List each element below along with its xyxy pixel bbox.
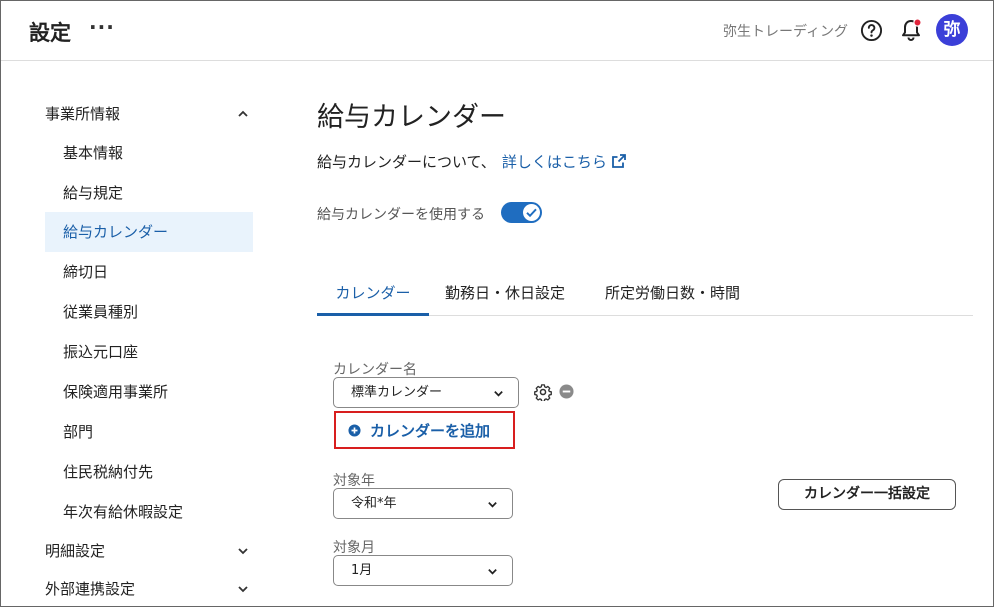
calendar-name-value: 標準カレンダー: [351, 385, 443, 400]
use-calendar-toggle[interactable]: [501, 202, 542, 223]
tab-calendar[interactable]: カレンダー: [317, 271, 429, 316]
help-icon[interactable]: [860, 19, 883, 42]
tab-workday-holiday[interactable]: 勤務日・休日設定: [445, 271, 565, 316]
sidebar-item-label: 年次有給休暇設定: [63, 503, 184, 521]
settings-window: 設定 ··· 弥生トレーディング 弥 事業所情報 基本情報 給与規定 給与カレン…: [0, 0, 994, 607]
sidebar-item-label: 事業所情報: [45, 105, 121, 123]
target-year-select[interactable]: 令和*年: [333, 488, 513, 519]
sidebar-item-label: 外部連携設定: [45, 580, 136, 598]
target-month-value: 1月: [351, 563, 373, 578]
add-calendar-button[interactable]: カレンダーを追加: [334, 411, 515, 449]
use-calendar-label: 給与カレンダーを使用する: [317, 207, 485, 223]
bulk-calendar-settings-button[interactable]: カレンダー一括設定: [778, 479, 956, 510]
sidebar-item-label: 部門: [63, 423, 94, 441]
intro-text: 給与カレンダーについて、 詳しくはこちら: [317, 151, 627, 172]
chevron-down-icon: [238, 586, 248, 593]
plus-circle-icon: [348, 424, 361, 437]
more-options-icon[interactable]: ···: [89, 15, 115, 39]
sidebar-item-source-account[interactable]: 振込元口座: [45, 332, 253, 372]
sidebar-item-pay-calendar[interactable]: 給与カレンダー: [45, 212, 253, 252]
sidebar-item-statement-settings[interactable]: 明細設定: [45, 531, 253, 571]
details-link-label: 詳しくはこちら: [501, 153, 607, 171]
remove-icon[interactable]: [559, 384, 574, 399]
page-header-title: 設定: [29, 21, 71, 45]
sidebar-item-pay-rules[interactable]: 給与規定: [45, 173, 253, 213]
sidebar-item-office-info[interactable]: 事業所情報: [45, 94, 253, 134]
calendar-name-select[interactable]: 標準カレンダー: [333, 377, 519, 408]
sidebar-item-label: 従業員種別: [63, 303, 139, 321]
sidebar-item-employee-type[interactable]: 従業員種別: [45, 292, 253, 332]
user-avatar[interactable]: 弥: [936, 14, 968, 46]
top-header: 設定 ··· 弥生トレーディング 弥: [1, 1, 993, 61]
target-month-select[interactable]: 1月: [333, 555, 513, 586]
sidebar-item-resident-tax[interactable]: 住民税納付先: [45, 452, 253, 492]
chevron-down-icon: [238, 548, 248, 555]
notification-bell-icon[interactable]: [900, 18, 922, 42]
toggle-knob: [523, 204, 540, 221]
sidebar-item-label: 給与カレンダー: [63, 223, 169, 241]
sidebar-item-cutoff-date[interactable]: 締切日: [45, 252, 253, 292]
target-year-label: 対象年: [333, 473, 375, 489]
sidebar-item-paid-leave[interactable]: 年次有給休暇設定: [45, 492, 253, 532]
calendar-name-label: カレンダー名: [333, 362, 417, 378]
page-title: 給与カレンダー: [317, 102, 506, 133]
sidebar-item-basic-info[interactable]: 基本情報: [45, 133, 253, 173]
sidebar-item-label: 保険適用事業所: [63, 383, 169, 401]
details-link[interactable]: 詳しくはこちら: [502, 153, 627, 171]
sidebar-item-label: 締切日: [63, 263, 109, 281]
intro-description: 給与カレンダーについて、: [317, 153, 496, 171]
sidebar-item-external-integration[interactable]: 外部連携設定: [45, 569, 253, 606]
sidebar-item-label: 明細設定: [45, 542, 106, 560]
sidebar-item-label: 基本情報: [63, 144, 124, 162]
chevron-down-icon: [488, 502, 497, 508]
tab-scheduled-hours[interactable]: 所定労働日数・時間: [605, 271, 740, 316]
checkmark-icon: [526, 208, 537, 218]
sidebar-item-insured-office[interactable]: 保険適用事業所: [45, 372, 253, 412]
target-month-label: 対象月: [333, 540, 375, 556]
sidebar-item-label: 住民税納付先: [63, 463, 154, 481]
external-link-icon: [611, 154, 626, 168]
chevron-up-icon: [238, 110, 248, 117]
sidebar-item-label: 振込元口座: [63, 343, 139, 361]
sidebar-item-department[interactable]: 部門: [45, 412, 253, 452]
chevron-down-icon: [494, 391, 503, 397]
company-name[interactable]: 弥生トレーディング: [723, 21, 848, 41]
add-calendar-label: カレンダーを追加: [370, 422, 491, 440]
target-year-value: 令和*年: [351, 496, 397, 511]
gear-icon[interactable]: [534, 383, 552, 401]
tab-bar: カレンダー 勤務日・休日設定 所定労働日数・時間: [317, 271, 973, 316]
sidebar-item-label: 給与規定: [63, 184, 124, 202]
chevron-down-icon: [488, 569, 497, 575]
